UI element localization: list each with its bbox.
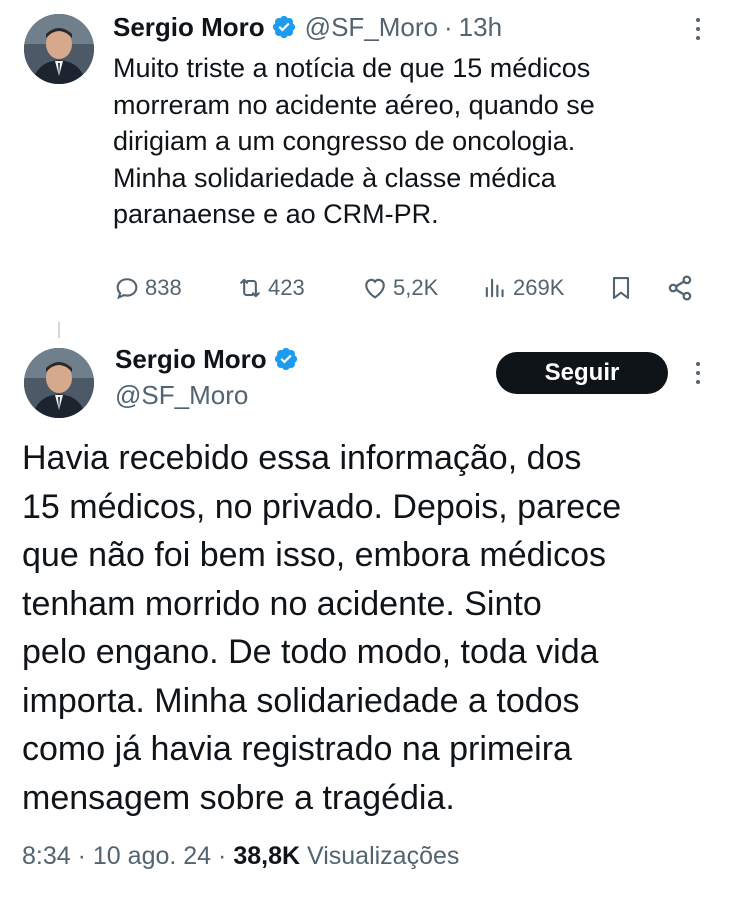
separator: · [218, 842, 227, 870]
verified-icon [271, 14, 297, 40]
retweet-count: 423 [268, 275, 305, 300]
tweet-text: Muito triste a notícia de que 15 médicos… [113, 53, 595, 229]
more-icon[interactable] [688, 14, 708, 44]
tweet-actions: 838 423 5,2K 269K [113, 268, 713, 308]
avatar[interactable] [24, 348, 94, 418]
reply-icon [113, 274, 141, 302]
reply-count: 838 [145, 275, 182, 300]
share-icon [665, 273, 695, 303]
like-icon [361, 274, 389, 302]
like-button[interactable]: 5,2K [361, 268, 438, 308]
views-count: 269K [513, 275, 565, 300]
bookmark-button[interactable] [607, 268, 635, 308]
author-handle[interactable]: @SF_Moro [115, 380, 248, 411]
reply-button[interactable]: 838 [113, 268, 182, 308]
retweet-button[interactable]: 423 [236, 268, 305, 308]
verified-icon [273, 346, 299, 372]
tweet-text: Havia recebido essa informação, dos 15 m… [22, 439, 622, 817]
author-handle[interactable]: @SF_Moro [305, 12, 438, 43]
avatar-photo [24, 14, 94, 84]
author-name[interactable]: Sergio Moro [113, 12, 265, 43]
tweet-header: Sergio Moro [115, 342, 299, 376]
share-button[interactable] [665, 268, 695, 308]
more-icon[interactable] [688, 358, 708, 388]
views-button[interactable]: 269K [481, 268, 564, 308]
avatar[interactable] [24, 14, 94, 84]
retweet-icon [236, 274, 264, 302]
bookmark-icon [607, 273, 635, 303]
views-label: Visualizações [306, 842, 460, 870]
tweet-time[interactable]: 8:34 [22, 842, 71, 870]
avatar-photo [24, 348, 94, 418]
views-icon [481, 274, 509, 302]
tweet-2[interactable]: Sergio Moro @SF_Moro Seguir Havia recebi… [0, 330, 733, 900]
views-count: 38,8K [233, 842, 301, 870]
tweet-time[interactable]: 13h [459, 12, 502, 43]
follow-button[interactable]: Seguir [496, 352, 668, 394]
like-count: 5,2K [393, 275, 439, 300]
tweet-header: Sergio Moro @SF_Moro · 13h [113, 10, 502, 44]
tweet-date[interactable]: 10 ago. 24 [93, 842, 211, 870]
tweet-1[interactable]: Sergio Moro @SF_Moro · 13h Muito triste … [0, 0, 733, 320]
separator: · [444, 11, 453, 42]
separator: · [77, 842, 86, 870]
tweet-meta: 8:34 · 10 ago. 24 · 38,8K Visualizações [22, 842, 459, 871]
author-name[interactable]: Sergio Moro [115, 344, 267, 375]
